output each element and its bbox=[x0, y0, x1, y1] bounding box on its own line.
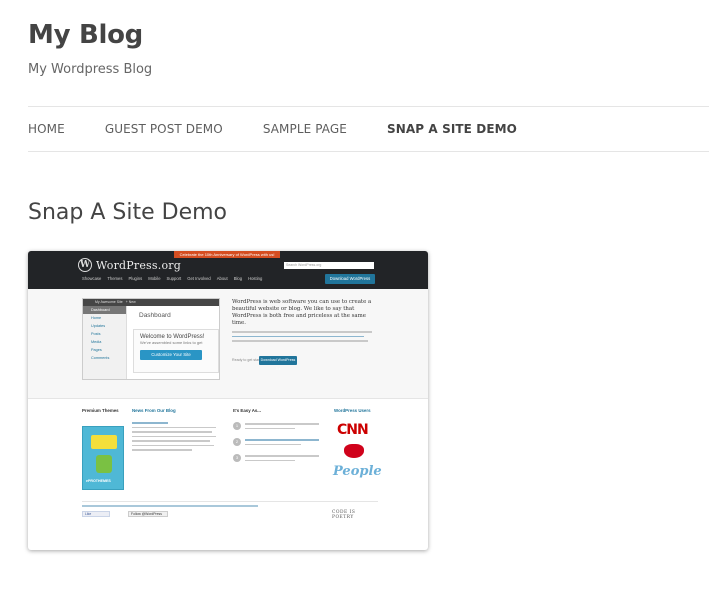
snapshot-intro-lines bbox=[232, 331, 378, 351]
snapshot-sidebar-item: Media bbox=[91, 340, 102, 344]
snapshot-customize-button: Customize Your Site bbox=[140, 350, 202, 360]
snapshot-admin-site: My Awesome Site bbox=[95, 300, 123, 304]
snapshot-admin-bar: My Awesome Site + New bbox=[83, 299, 219, 306]
snapshot-nav-item: Mobile bbox=[148, 276, 161, 281]
snapshot-welcome-panel: Welcome to WordPress! We've assembled so… bbox=[133, 329, 219, 373]
snapshot-poetry-text: CODE IS POETRY bbox=[332, 510, 356, 520]
robot-icon bbox=[96, 455, 112, 473]
snapshot-news-lines bbox=[132, 422, 218, 454]
nav-item-guest-post-demo[interactable]: GUEST POST DEMO bbox=[105, 122, 223, 136]
snapshot-sidebar-item: Pages bbox=[91, 348, 102, 352]
snapshot-welcome-sub: We've assembled some links to get bbox=[140, 340, 203, 345]
snapshot-nav-item: Showcase bbox=[82, 276, 102, 281]
snapshot-col-easy: It's Easy As... bbox=[233, 408, 261, 413]
snapshot-sidebar-item: Dashboard bbox=[83, 306, 126, 314]
snapshot-columns: Premium Themes News From Our Blog It's E… bbox=[82, 408, 382, 508]
snapshot-sidebar-item: Comments bbox=[91, 356, 110, 360]
snapshot-nav-item: About bbox=[216, 276, 228, 281]
site-snapshot-image[interactable]: Celebrate the 10th Anniversary of WordPr… bbox=[28, 251, 428, 550]
snapshot-admin-sidebar: Dashboard Home Updates Posts Media Pages… bbox=[83, 306, 127, 379]
snapshot-nav-item: Themes bbox=[107, 276, 123, 281]
snapshot-dashboard-preview: My Awesome Site + New Dashboard Home Upd… bbox=[82, 298, 220, 380]
site-description: My Wordpress Blog bbox=[28, 62, 153, 77]
rolling-stones-logo-icon bbox=[344, 444, 364, 458]
wordpress-logo-icon: W bbox=[78, 258, 92, 272]
snapshot-nav-item: Hosting bbox=[248, 276, 263, 281]
wordpress-logo-text: WordPress.org bbox=[96, 258, 181, 272]
nav-item-sample-page[interactable]: SAMPLE PAGE bbox=[263, 122, 347, 136]
theme-badge-shape bbox=[91, 435, 117, 449]
site-title[interactable]: My Blog bbox=[28, 18, 152, 52]
cnn-logo: CNN bbox=[337, 422, 369, 438]
snapshot-sidebar-item: Posts bbox=[91, 332, 101, 336]
post-title: Snap A Site Demo bbox=[28, 200, 227, 225]
snapshot-admin-new: + New bbox=[125, 300, 136, 304]
snapshot-footer: Like Follow @WordPress CODE IS POETRY bbox=[82, 501, 378, 520]
snapshot-intro-text: WordPress is web software you can use to… bbox=[232, 299, 372, 326]
snapshot-hero: My Awesome Site + New Dashboard Home Upd… bbox=[28, 289, 428, 399]
snapshot-download-button-2: Download WordPress 3.x bbox=[259, 356, 297, 371]
snapshot-col-users: WordPress Users bbox=[334, 408, 371, 413]
nav-item-home[interactable]: HOME bbox=[28, 122, 65, 136]
snapshot-sidebar-item: Updates bbox=[91, 324, 106, 328]
nav-item-snap-a-site-demo[interactable]: SNAP A SITE DEMO bbox=[387, 122, 517, 136]
people-logo: People bbox=[333, 464, 382, 479]
snapshot-like-button: Like bbox=[82, 511, 110, 517]
snapshot-nav: Showcase Themes Plugins Mobile Support G… bbox=[82, 276, 262, 281]
snapshot-welcome-heading: Welcome to WordPress! bbox=[140, 334, 205, 340]
snapshot-nav-item: Blog bbox=[233, 276, 243, 281]
snapshot-download-button: Download WordPress bbox=[325, 274, 375, 284]
snapshot-col-news: News From Our Blog bbox=[132, 408, 176, 413]
site-header: My Blog My Wordpress Blog bbox=[28, 18, 152, 77]
snapshot-ribbon: Celebrate the 10th Anniversary of WordPr… bbox=[174, 251, 280, 258]
snapshot-easy-steps: 1 2 3 bbox=[233, 422, 325, 470]
snapshot-theme-label: ePROTHEMES bbox=[86, 479, 111, 483]
wordpress-logo: W WordPress.org bbox=[78, 258, 181, 272]
snapshot-footer-links bbox=[82, 505, 258, 507]
main-navigation: HOME GUEST POST DEMO SAMPLE PAGE SNAP A … bbox=[28, 106, 709, 152]
snapshot-col-premium: Premium Themes bbox=[82, 408, 119, 413]
snapshot-follow-button: Follow @WordPress bbox=[128, 511, 168, 517]
snapshot-search-box: Search WordPress.org bbox=[284, 262, 374, 269]
snapshot-nav-item: Plugins bbox=[128, 276, 143, 281]
snapshot-nav-item: Support bbox=[166, 276, 182, 281]
snapshot-theme-ad: ePROTHEMES bbox=[82, 426, 124, 490]
snapshot-sidebar-item: Home bbox=[91, 316, 102, 320]
snapshot-header: Celebrate the 10th Anniversary of WordPr… bbox=[28, 251, 428, 289]
snapshot-nav-item: Get Involved bbox=[187, 276, 211, 281]
snapshot-dashboard-heading: Dashboard bbox=[139, 312, 171, 319]
